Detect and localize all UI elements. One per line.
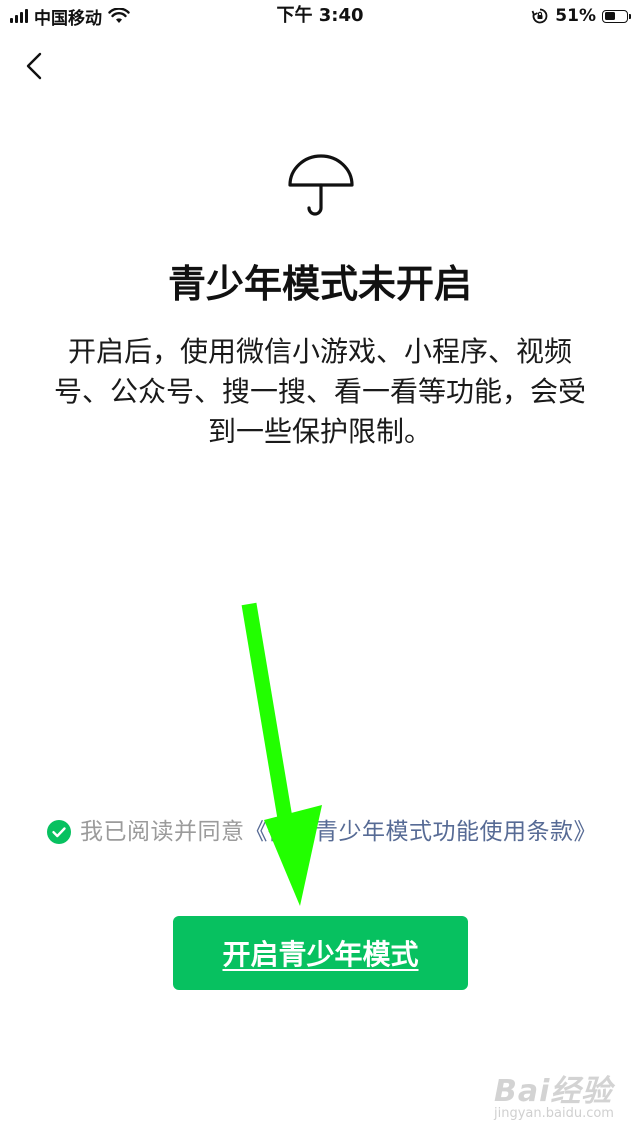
battery-percent: 51% [555, 6, 596, 26]
orientation-lock-icon [531, 8, 548, 24]
checked-circle-icon[interactable] [46, 819, 72, 845]
baidu-jingyan-watermark: Bai经验 jingyan.baidu.com [494, 1066, 618, 1130]
watermark-url: jingyan.baidu.com [494, 1106, 614, 1121]
battery-icon [602, 9, 631, 23]
agreement-text: 我已阅读并同意《微信青少年模式功能使用条款》 [80, 816, 597, 848]
agreement-prefix: 我已阅读并同意 [80, 819, 245, 845]
chevron-left-icon [26, 52, 42, 80]
terms-link[interactable]: 《微信青少年模式功能使用条款》 [245, 819, 598, 845]
green-arrow-icon [241, 602, 322, 906]
watermark-brand: Bai经验 [494, 1074, 613, 1109]
mode-description: 开启后，使用微信小游戏、小程序、视频号、公众号、搜一搜、看一看等功能，会受到一些… [53, 335, 586, 448]
back-button[interactable] [18, 44, 54, 88]
battery-level-fill [604, 12, 615, 20]
status-bar: 中国移动 下午 3:40 51% [0, 0, 640, 34]
status-right: 51% [531, 4, 631, 28]
page-title: 青少年模式未开启 [167, 262, 472, 306]
umbrella-icon [288, 154, 354, 216]
agreement-row: 我已阅读并同意《微信青少年模式功能使用条款》 [46, 816, 606, 848]
enable-teen-mode-button[interactable]: 开启青少年模式 [173, 916, 468, 990]
